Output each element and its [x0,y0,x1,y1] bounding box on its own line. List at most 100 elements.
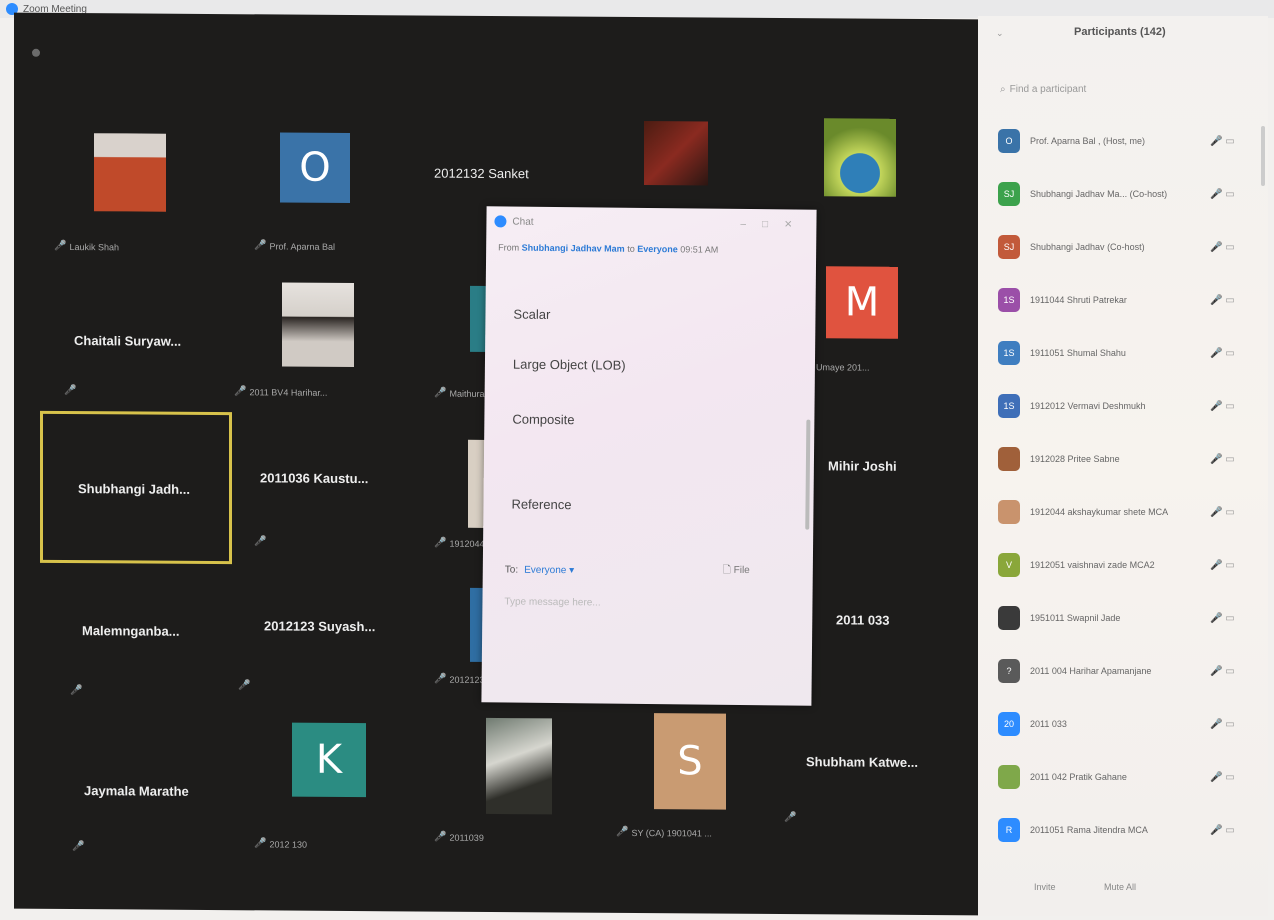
participant-row[interactable]: 2011 042 Pratik Gahane 🎤 ▭ [998,764,1235,790]
muted-mic-icon[interactable]: 🎤 [1210,666,1222,677]
video-tile[interactable]: Malemnganba... 🎤 [70,623,262,724]
video-tile[interactable]: 🎤 2011039 [434,717,594,849]
video-tile[interactable] [824,118,904,229]
muted-mic-icon[interactable]: 🎤 [1210,348,1222,359]
participant-status-icons[interactable]: 🎤 ▭ [1210,136,1235,147]
video-off-icon[interactable]: ▭ [1225,242,1234,253]
muted-mic-icon[interactable]: 🎤 [1210,719,1222,730]
participants-scrollbar[interactable] [1261,126,1265,186]
participant-status-icons[interactable]: 🎤 ▭ [1210,454,1235,465]
participant-avatar [998,606,1020,630]
video-tile[interactable]: S 🎤 SY (CA) 1901041 ... [616,713,776,844]
participant-name: 2012132 Sanket [434,165,529,182]
muted-mic-icon[interactable]: 🎤 [1210,189,1222,200]
message-time: 09:51 AM [680,244,719,255]
muted-mic-icon[interactable]: 🎤 [1210,454,1222,465]
chat-message-input[interactable]: Type message here... [504,596,600,608]
participant-row[interactable]: 1S 1911044 Shruti Patrekar 🎤 ▭ [998,287,1235,313]
muted-mic-icon[interactable]: 🎤 [1210,295,1222,306]
muted-mic-icon: 🎤 [234,386,247,398]
video-tile[interactable]: 2011 033 [836,612,946,653]
chat-message-header: From Shubhangi Jadhav Mam to Everyone 09… [498,242,719,255]
window-controls[interactable]: –□✕ [740,218,808,230]
video-tile[interactable]: 🎤 Laukik Shah [54,133,254,254]
muted-mic-icon[interactable]: 🎤 [1210,772,1222,783]
participant-status-icons[interactable]: 🎤 ▭ [1210,666,1235,677]
participant-search-input[interactable]: ⌕ Find a participant [1000,84,1086,95]
participant-caption: 2012123 [449,674,485,685]
video-off-icon[interactable]: ▭ [1225,454,1234,465]
participant-status-icons[interactable]: 🎤 ▭ [1210,401,1235,412]
participant-row[interactable]: V 1912051 vaishnavi zade MCA2 🎤 ▭ [998,552,1235,578]
video-off-icon[interactable]: ▭ [1225,825,1234,836]
participant-name: 1911044 Shruti Patrekar [1030,295,1127,305]
invite-button[interactable]: Invite [1034,882,1056,892]
participant-status-icons[interactable]: 🎤 ▭ [1210,560,1235,571]
video-tile[interactable]: Chaitali Suryaw... 🎤 [64,313,244,414]
chat-recipient-selector[interactable]: To: Everyone ▾ [505,564,575,576]
participant-row[interactable]: ? 2011 004 Harihar Apamanjane 🎤 ▭ [998,658,1235,684]
video-off-icon[interactable]: ▭ [1225,666,1234,677]
chat-window[interactable]: Chat –□✕ From Shubhangi Jadhav Mam to Ev… [481,206,817,706]
participant-row[interactable]: 1S 1912012 Vermavi Deshmukh 🎤 ▭ [998,393,1235,419]
participant-status-icons[interactable]: 🎤 ▭ [1210,507,1235,518]
recipient-dropdown[interactable]: Everyone ▾ [524,565,574,577]
muted-mic-icon[interactable]: 🎤 [1210,825,1222,836]
video-off-icon[interactable]: ▭ [1225,613,1234,624]
participant-avatar: R [998,818,1020,842]
video-off-icon[interactable]: ▭ [1225,507,1234,518]
participant-status-icons[interactable]: 🎤 ▭ [1210,825,1235,836]
participant-row[interactable]: 1912044 akshaykumar shete MCA 🎤 ▭ [998,499,1235,525]
info-icon[interactable] [32,48,40,57]
participant-avatar: SJ [998,182,1020,206]
video-off-icon[interactable]: ▭ [1225,189,1234,200]
chat-titlebar[interactable]: Chat –□✕ [486,206,816,239]
video-tile[interactable]: K 🎤 2012 130 [254,722,434,853]
mute-all-button[interactable]: Mute All [1104,882,1136,892]
video-off-icon[interactable]: ▭ [1225,772,1234,783]
video-off-icon[interactable]: ▭ [1225,719,1234,730]
participant-status-icons[interactable]: 🎤 ▭ [1210,189,1235,200]
video-tile[interactable]: Jaymala Marathe 🎤 [72,783,264,874]
participant-status-icons[interactable]: 🎤 ▭ [1210,613,1235,624]
participant-status-icons[interactable]: 🎤 ▭ [1210,719,1235,730]
participant-status-icons[interactable]: 🎤 ▭ [1210,348,1235,359]
video-tile[interactable]: 🎤 2011 BV4 Harihar... [234,282,454,413]
chat-scrollbar[interactable] [805,419,811,530]
video-off-icon[interactable]: ▭ [1225,401,1234,412]
video-tile[interactable]: M Jr. Umaye 201... [804,266,924,397]
participant-row[interactable]: 1S 1911051 Shumal Shahu 🎤 ▭ [998,340,1235,366]
video-tile[interactable]: O 🎤 Prof. Aparna Bal [254,132,444,253]
participant-status-icons[interactable]: 🎤 ▭ [1210,772,1235,783]
video-tile[interactable]: Shubham Katwe... 🎤 [784,754,950,845]
participant-row[interactable]: SJ Shubhangi Jadhav Ma... (Co-host) 🎤 ▭ [998,181,1235,207]
muted-mic-icon[interactable]: 🎤 [1210,560,1222,571]
video-tile[interactable]: 2012123 Suyash... 🎤 [238,618,444,719]
video-tile[interactable] [644,121,724,192]
muted-mic-icon[interactable]: 🎤 [1210,242,1222,253]
participant-row[interactable]: SJ Shubhangi Jadhav (Co-host) 🎤 ▭ [998,234,1235,260]
video-off-icon[interactable]: ▭ [1225,136,1234,147]
file-button[interactable]: 🗋 File [723,563,750,580]
muted-mic-icon[interactable]: 🎤 [1210,136,1222,147]
participant-row[interactable]: R 2011051 Rama Jitendra MCA 🎤 ▭ [998,817,1235,843]
muted-mic-icon[interactable]: 🎤 [1210,401,1222,412]
participant-row[interactable]: 1912028 Pritee Sabne 🎤 ▭ [998,446,1235,472]
participant-status-icons[interactable]: 🎤 ▭ [1210,295,1235,306]
collapse-chevron-icon[interactable]: ⌄ [996,28,1004,39]
video-off-icon[interactable]: ▭ [1225,348,1234,359]
participant-avatar: K [292,722,366,798]
participant-row[interactable]: O Prof. Aparna Bal , (Host, me) 🎤 ▭ [998,128,1235,154]
video-tile-active-speaker[interactable]: Shubhangi Jadh... [40,410,234,566]
video-tile[interactable]: 2011036 Kaustu... 🎤 [254,470,440,571]
participant-row[interactable]: 20 2011 033 🎤 ▭ [998,711,1235,737]
video-off-icon[interactable]: ▭ [1225,560,1234,571]
participant-status-icons[interactable]: 🎤 ▭ [1210,242,1235,253]
video-off-icon[interactable]: ▭ [1225,295,1234,306]
muted-mic-icon[interactable]: 🎤 [1210,507,1222,518]
muted-mic-icon[interactable]: 🎤 [1210,613,1222,624]
muted-mic-icon: 🎤 [254,240,267,252]
participant-row[interactable]: 1951011 Swapnil Jade 🎤 ▭ [998,605,1235,631]
video-tile[interactable]: Mihir Joshi [828,458,938,499]
participant-name: 1911051 Shumal Shahu [1030,348,1126,358]
